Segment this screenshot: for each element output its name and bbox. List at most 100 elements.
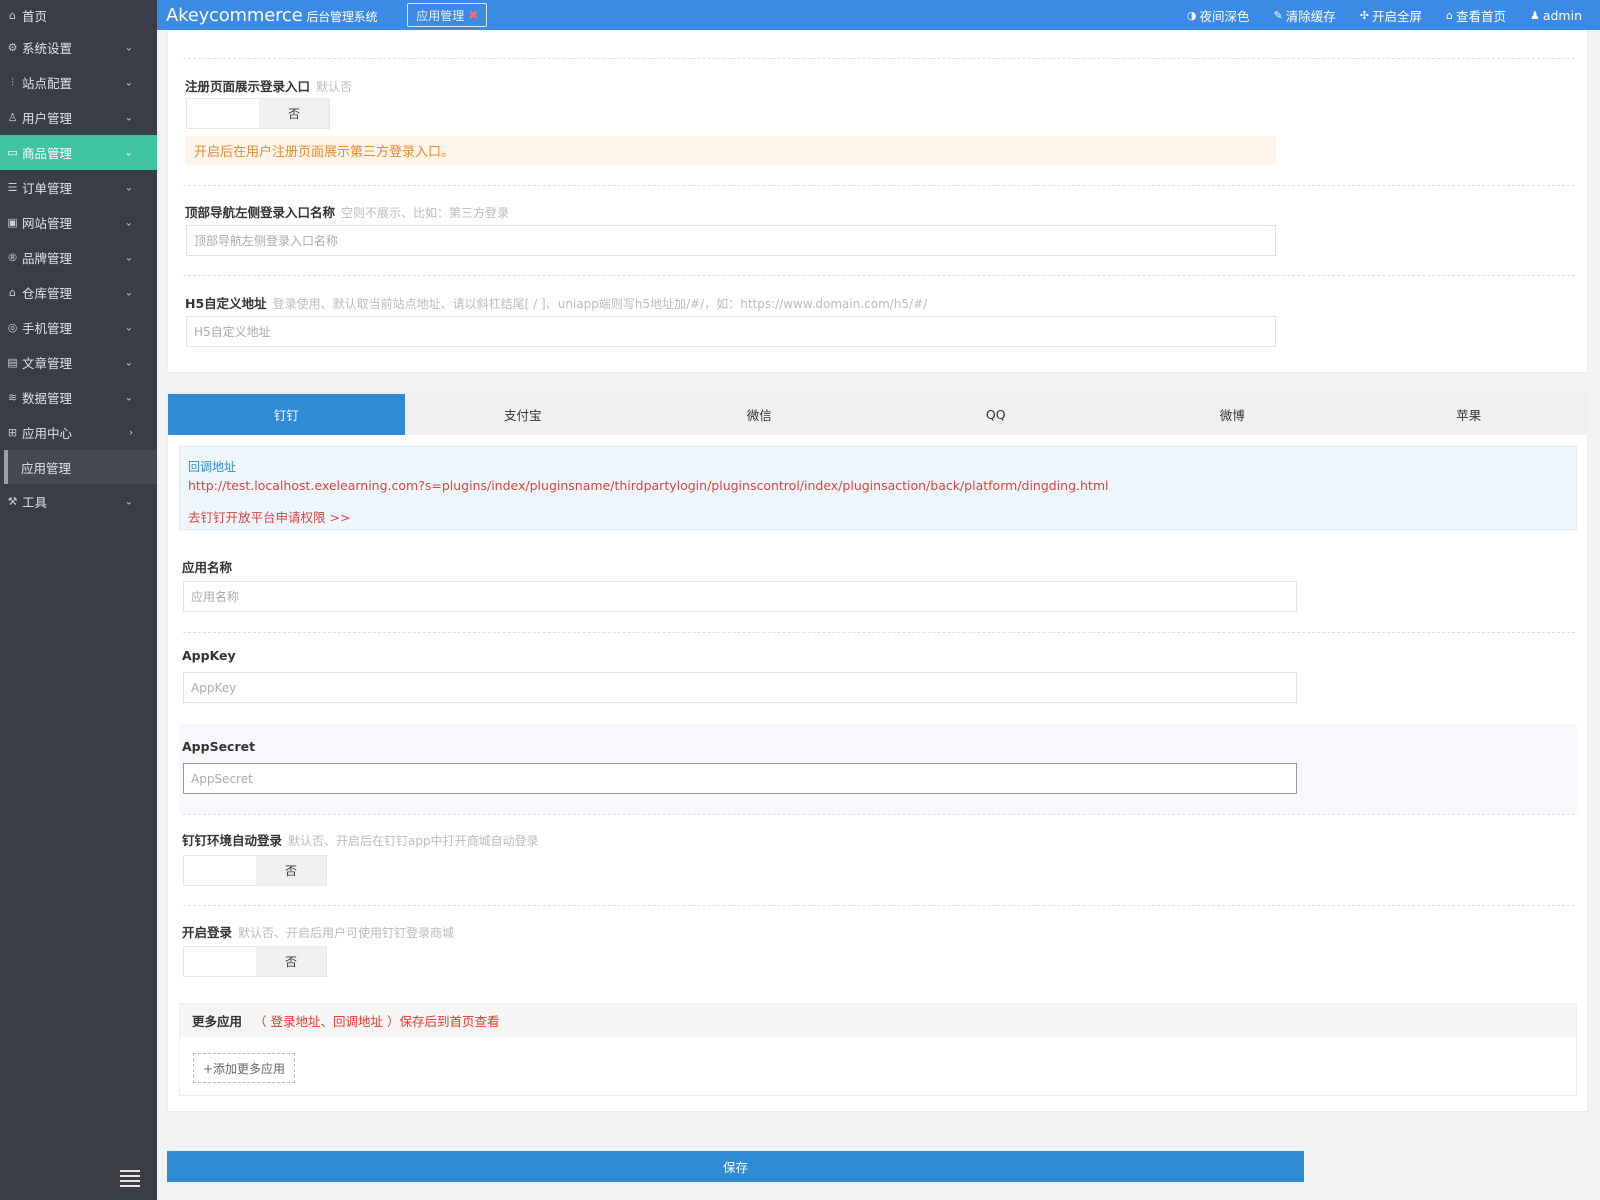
- apply-permission-link[interactable]: 去钉钉开放平台申请权限 >>: [188, 507, 350, 526]
- gear-icon: ⚙: [7, 41, 18, 54]
- sidebar-item-label: 品牌管理: [22, 251, 73, 266]
- sidebar-item-label: 应用中心: [22, 426, 73, 441]
- chevron-down-icon: ⌄: [124, 182, 133, 193]
- chevron-down-icon: ⌄: [124, 357, 133, 368]
- enable-login-label: 开启登录 默认否、开启后用户可使用钉钉登录商城: [182, 925, 455, 940]
- tab-wechat[interactable]: 微信: [641, 394, 878, 435]
- collapse-menu-icon[interactable]: [120, 1170, 140, 1187]
- divider: [183, 905, 1575, 906]
- header-actions: ◑ 夜间深色 ✎ 清除缓存 ✣ 开启全屏 ⌂ 查看首页 ♟ admin: [1187, 6, 1600, 25]
- switch-off-label: 否: [256, 856, 326, 885]
- top-header: Akeycommerce 后台管理系统 应用管理 ✖ ◑ 夜间深色 ✎ 清除缓存 …: [157, 0, 1600, 30]
- register-login-switch[interactable]: 否: [186, 98, 330, 129]
- chevron-down-icon: ⌄: [124, 392, 133, 403]
- sidebar-item-home[interactable]: ⌂ 首页: [0, 0, 157, 30]
- sidebar: ⌂ 首页 ⚙ 系统设置 ⌄ ⫶ 站点配置 ⌄ ♙ 用户管理 ⌄ ▭ 商品管理 ⌄…: [0, 0, 157, 1200]
- sidebar-item-warehouse[interactable]: ⌂ 仓库管理 ⌄: [0, 275, 157, 310]
- divider: [183, 58, 1575, 59]
- divider: [183, 275, 1575, 276]
- h5-url-input[interactable]: H5自定义地址: [186, 316, 1276, 347]
- more-apps-header: 更多应用 （ 登录地址、回调地址 ）保存后到首页查看: [180, 1004, 1576, 1037]
- tab-alipay[interactable]: 支付宝: [405, 394, 642, 435]
- h5-url-label: H5自定义地址 登录使用、默认取当前站点地址、请以斜杠结尾[ / ]、uniapp…: [185, 296, 928, 311]
- enable-login-switch[interactable]: 否: [183, 946, 327, 977]
- chevron-down-icon: ⌄: [124, 287, 133, 298]
- sidebar-item-users[interactable]: ♙ 用户管理 ⌄: [0, 100, 157, 135]
- sidebar-item-tools[interactable]: ⚒ 工具 ⌄: [0, 484, 157, 519]
- callback-title: 回调地址: [188, 460, 237, 474]
- sidebar-item-app-center[interactable]: ⊞ 应用中心 ›: [0, 415, 157, 450]
- chevron-down-icon: ⌄: [124, 252, 133, 263]
- sliders-icon: ⫶: [11, 75, 14, 89]
- sidebar-item-system-settings[interactable]: ⚙ 系统设置 ⌄: [0, 30, 157, 65]
- half-circle-icon: ◑: [1186, 8, 1197, 22]
- sidebar-item-orders[interactable]: ☰ 订单管理 ⌄: [0, 170, 157, 205]
- sidebar-item-label: 数据管理: [22, 391, 73, 406]
- app-secret-input[interactable]: AppSecret: [183, 763, 1297, 794]
- sidebar-item-articles[interactable]: ▤ 文章管理 ⌄: [0, 345, 157, 380]
- app-key-label: AppKey: [182, 648, 236, 663]
- night-mode-button[interactable]: ◑ 夜间深色: [1187, 6, 1250, 25]
- tab-weibo[interactable]: 微博: [1114, 394, 1351, 435]
- open-tab[interactable]: 应用管理 ✖: [407, 3, 488, 27]
- callback-url: http://test.localhost.exelearning.com?s=…: [188, 478, 1109, 493]
- tab-qq[interactable]: QQ: [878, 394, 1115, 435]
- platform-settings-panel: 钉钉 支付宝 微信 QQ 微博 苹果 回调地址 http://test.loca…: [167, 393, 1588, 1112]
- chevron-down-icon: ⌄: [124, 496, 133, 507]
- divider: [183, 814, 1575, 815]
- box-icon: ▭: [7, 146, 18, 159]
- app-name-label: 应用名称: [182, 560, 233, 575]
- sidebar-item-label: 系统设置: [22, 41, 73, 56]
- add-more-apps-button[interactable]: +添加更多应用: [193, 1053, 295, 1083]
- clear-cache-button[interactable]: ✎ 清除缓存: [1273, 6, 1335, 25]
- sidebar-item-label: 手机管理: [22, 321, 73, 336]
- database-icon: ≋: [7, 391, 18, 404]
- switch-off-label: 否: [256, 947, 326, 976]
- divider: [183, 632, 1575, 633]
- tab-dingtalk[interactable]: 钉钉: [168, 394, 405, 435]
- close-icon[interactable]: ✖: [468, 8, 478, 22]
- sidebar-item-label: 用户管理: [22, 111, 73, 126]
- tab-apple[interactable]: 苹果: [1351, 394, 1588, 435]
- view-home-button[interactable]: ⌂ 查看首页: [1446, 6, 1506, 25]
- app-name-input[interactable]: 应用名称: [183, 581, 1297, 612]
- more-apps-title: 更多应用: [192, 1014, 243, 1029]
- chevron-down-icon: ⌄: [124, 217, 133, 228]
- general-settings-panel: 注册页面展示登录入口 默认否 否 开启后在用户注册页面展示第三方登录入口。 顶部导…: [167, 30, 1588, 373]
- home-icon: ⌂: [9, 8, 16, 22]
- brush-icon: ✎: [1273, 8, 1283, 22]
- expand-icon: ✣: [1359, 8, 1369, 22]
- admin-user-menu[interactable]: ♟ admin: [1530, 8, 1582, 23]
- sidebar-item-data[interactable]: ≋ 数据管理 ⌄: [0, 380, 157, 415]
- sidebar-subitem-app-management[interactable]: 应用管理: [4, 450, 157, 484]
- chevron-down-icon: ⌄: [124, 77, 133, 88]
- app-key-input[interactable]: AppKey: [183, 672, 1297, 703]
- sidebar-item-label: 文章管理: [22, 356, 73, 371]
- sidebar-item-mobile[interactable]: ◎ 手机管理 ⌄: [0, 310, 157, 345]
- monitor-icon: ▣: [7, 216, 18, 229]
- auto-login-switch[interactable]: 否: [183, 855, 327, 886]
- open-tab-label: 应用管理: [416, 8, 465, 23]
- list-icon: ☰: [7, 181, 18, 194]
- apps-icon: ⊞: [7, 426, 18, 439]
- sidebar-item-website[interactable]: ▣ 网站管理 ⌄: [0, 205, 157, 240]
- sidebar-item-label: 网站管理: [22, 216, 73, 231]
- app-secret-label: AppSecret: [182, 739, 256, 754]
- sidebar-item-site-config[interactable]: ⫶ 站点配置 ⌄: [0, 65, 157, 100]
- chevron-down-icon: ⌄: [124, 42, 133, 53]
- home-icon: ⌂: [1445, 8, 1453, 22]
- sidebar-item-label: 订单管理: [22, 181, 73, 196]
- sidebar-item-label: 应用管理: [21, 460, 72, 476]
- sidebar-item-label: 工具: [22, 495, 48, 510]
- more-apps-section: 更多应用 （ 登录地址、回调地址 ）保存后到首页查看 +添加更多应用: [179, 1003, 1577, 1096]
- sidebar-item-label: 站点配置: [22, 76, 73, 91]
- nav-login-name-input[interactable]: 顶部导航左侧登录入口名称: [186, 225, 1276, 256]
- chevron-down-icon: ⌄: [124, 112, 133, 123]
- more-apps-note: （ 登录地址、回调地址 ）保存后到首页查看: [254, 1014, 500, 1029]
- sidebar-item-brands[interactable]: ® 品牌管理 ⌄: [0, 240, 157, 275]
- fullscreen-button[interactable]: ✣ 开启全屏: [1360, 6, 1422, 25]
- brand-logo: Akeycommerce 后台管理系统: [166, 4, 378, 26]
- divider: [183, 185, 1575, 186]
- sidebar-item-goods[interactable]: ▭ 商品管理 ⌄: [0, 135, 157, 170]
- save-button[interactable]: 保存: [167, 1151, 1304, 1182]
